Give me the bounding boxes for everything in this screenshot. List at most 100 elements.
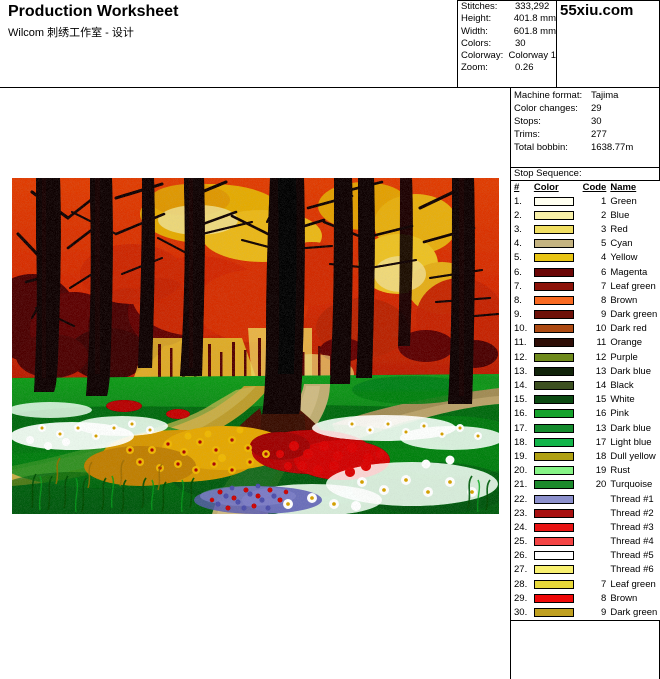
stop-sequence-row[interactable]: 1. 1 Green — [511, 194, 660, 208]
stop-sequence-row[interactable]: 5. 4 Yellow — [511, 251, 660, 265]
thread-color-swatch[interactable] — [533, 537, 574, 547]
stop-sequence-row[interactable]: 9. 9 Dark green — [511, 308, 660, 322]
stop-row-color-cell[interactable] — [533, 253, 579, 263]
thread-color-swatch[interactable] — [533, 281, 574, 291]
thread-color-swatch[interactable] — [533, 608, 574, 618]
stop-sequence-row[interactable]: 23. Thread #2 — [511, 506, 660, 520]
machine-value-total-bobbin: 1638.77m — [591, 142, 634, 153]
stop-sequence-row[interactable]: 27. Thread #6 — [511, 563, 660, 577]
stop-sequence-row[interactable]: 12. 12 Purple — [511, 350, 660, 364]
thread-color-swatch[interactable] — [533, 579, 574, 589]
stop-row-color-cell[interactable] — [533, 494, 579, 504]
stop-row-index: 15. — [514, 394, 528, 406]
machine-row-stops: Stops: 30 — [514, 115, 660, 128]
stop-sequence-row[interactable]: 18. 17 Light blue — [511, 435, 660, 449]
thread-color-swatch[interactable] — [533, 310, 574, 320]
thread-color-swatch[interactable] — [533, 267, 574, 277]
stop-sequence-row[interactable]: 22. Thread #1 — [511, 492, 660, 506]
stop-row-color-cell[interactable] — [533, 224, 579, 234]
stop-row-color-cell[interactable] — [533, 267, 579, 277]
thread-color-swatch[interactable] — [533, 196, 574, 206]
stop-row-color-cell[interactable] — [533, 522, 579, 532]
stop-row-color-cell[interactable] — [533, 451, 579, 461]
stop-sequence-row[interactable]: 16. 16 Pink — [511, 407, 660, 421]
thread-color-swatch[interactable] — [533, 565, 574, 575]
thread-color-swatch[interactable] — [533, 480, 574, 490]
stop-row-code: 17 — [595, 436, 607, 448]
stop-row-color-cell[interactable] — [533, 366, 579, 376]
thread-color-swatch[interactable] — [533, 395, 574, 405]
stop-row-color-cell[interactable] — [533, 608, 579, 618]
thread-color-swatch[interactable] — [533, 352, 574, 362]
stop-row-color-cell[interactable] — [533, 281, 579, 291]
stop-sequence-row[interactable]: 3. 3 Red — [511, 222, 660, 236]
stop-row-color-cell[interactable] — [533, 352, 579, 362]
stop-row-color-cell[interactable] — [533, 508, 579, 518]
stop-sequence-row[interactable]: 26. Thread #5 — [511, 549, 660, 563]
thread-color-swatch[interactable] — [533, 423, 574, 433]
stop-sequence-row[interactable]: 25. Thread #4 — [511, 535, 660, 549]
thread-color-swatch[interactable] — [533, 381, 574, 391]
thread-color-swatch[interactable] — [533, 466, 574, 476]
thread-color-swatch[interactable] — [533, 508, 574, 518]
thread-color-swatch[interactable] — [533, 210, 574, 220]
stop-row-color-cell[interactable] — [533, 381, 579, 391]
stop-row-color-cell[interactable] — [533, 210, 579, 220]
stop-sequence-row[interactable]: 13. 13 Dark blue — [511, 364, 660, 378]
stop-row-color-cell[interactable] — [533, 437, 579, 447]
thread-color-swatch[interactable] — [533, 409, 574, 419]
stop-row-color-cell[interactable] — [533, 551, 579, 561]
stop-row-color-cell[interactable] — [533, 196, 579, 206]
stop-sequence-row[interactable]: 21. 20 Turquoise — [511, 478, 660, 492]
stop-sequence-row[interactable]: 4. 5 Cyan — [511, 237, 660, 251]
stop-row-color-cell[interactable] — [533, 409, 579, 419]
thread-color-swatch[interactable] — [533, 224, 574, 234]
thread-color-swatch[interactable] — [533, 253, 574, 263]
stop-row-color-name: Thread #3 — [610, 521, 654, 533]
stop-sequence-row[interactable]: 28. 7 Leaf green — [511, 577, 660, 591]
stop-sequence-row[interactable]: 7. 7 Leaf green — [511, 279, 660, 293]
stop-row-color-cell[interactable] — [533, 466, 579, 476]
stop-row-color-name: Rust — [610, 465, 630, 477]
thread-color-swatch[interactable] — [533, 239, 574, 249]
thread-color-swatch[interactable] — [533, 551, 574, 561]
thread-color-swatch[interactable] — [533, 451, 574, 461]
stop-sequence-row[interactable]: 10. 10 Dark red — [511, 322, 660, 336]
stop-row-index: 17. — [514, 422, 528, 434]
thread-color-swatch[interactable] — [533, 295, 574, 305]
stop-sequence-row[interactable]: 24. Thread #3 — [511, 520, 660, 534]
stop-row-color-cell[interactable] — [533, 295, 579, 305]
thread-color-swatch[interactable] — [533, 437, 574, 447]
thread-color-swatch[interactable] — [533, 366, 574, 376]
thread-color-swatch[interactable] — [533, 324, 574, 334]
stop-row-color-cell[interactable] — [533, 423, 579, 433]
thread-color-swatch[interactable] — [533, 522, 574, 532]
stop-sequence-row[interactable]: 20. 19 Rust — [511, 464, 660, 478]
stop-sequence-row[interactable]: 30. 9 Dark green — [511, 605, 660, 619]
stop-sequence-row[interactable]: 14. 14 Black — [511, 378, 660, 392]
page-title: Production Worksheet — [8, 3, 179, 20]
stop-row-color-cell[interactable] — [533, 579, 579, 589]
stop-sequence-row[interactable]: 6. 6 Magenta — [511, 265, 660, 279]
thread-color-swatch[interactable] — [533, 494, 574, 504]
stop-row-index: 16. — [514, 408, 528, 420]
stop-row-color-cell[interactable] — [533, 324, 579, 334]
stop-row-color-cell[interactable] — [533, 537, 579, 547]
stop-row-color-cell[interactable] — [533, 480, 579, 490]
stop-row-color-cell[interactable] — [533, 338, 579, 348]
stop-row-color-cell[interactable] — [533, 310, 579, 320]
thread-color-swatch[interactable] — [533, 593, 574, 603]
stop-sequence-row[interactable]: 29. 8 Brown — [511, 591, 660, 605]
stop-row-index: 11. — [514, 337, 527, 349]
stop-sequence-row[interactable]: 15. 15 White — [511, 393, 660, 407]
stop-sequence-row[interactable]: 17. 13 Dark blue — [511, 421, 660, 435]
stop-row-color-cell[interactable] — [533, 395, 579, 405]
stop-row-color-cell[interactable] — [533, 593, 579, 603]
thread-color-swatch[interactable] — [533, 338, 574, 348]
stop-row-color-cell[interactable] — [533, 565, 579, 575]
stop-sequence-row[interactable]: 2. 2 Blue — [511, 208, 660, 222]
stop-row-color-cell[interactable] — [533, 239, 579, 249]
stop-sequence-row[interactable]: 19. 18 Dull yellow — [511, 449, 660, 463]
stop-sequence-row[interactable]: 11. 11 Orange — [511, 336, 660, 350]
stop-sequence-row[interactable]: 8. 8 Brown — [511, 293, 660, 307]
